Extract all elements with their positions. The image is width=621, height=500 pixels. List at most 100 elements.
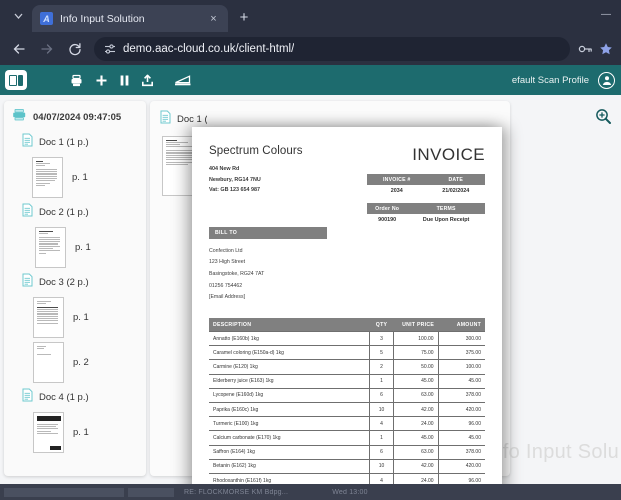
window-controls: —	[595, 4, 617, 24]
tree-page-item[interactable]: p. 1	[4, 155, 146, 200]
taskbar-window-chunk[interactable]	[128, 488, 174, 497]
tree-document-label: Doc 4 (1 p.)	[39, 392, 89, 403]
order-terms-table: Order No TERMS 900190 Due Upon Receipt	[367, 203, 485, 225]
add-button[interactable]	[95, 74, 108, 87]
terms-header: TERMS	[407, 203, 485, 214]
cell-description: Calcium carbonate (E170) 1kg	[209, 431, 369, 445]
table-row: Betanin (E162) 1kg1042.00420.00	[209, 459, 485, 473]
cell-description: Rhodoxanthin (E161f) 1kg	[209, 473, 369, 484]
cell-qty: 1	[369, 374, 394, 388]
reload-button[interactable]	[62, 36, 88, 62]
cell-unit-price: 45.00	[394, 374, 438, 388]
table-row: Caramel coloring (E150a-d) 1kg575.00375.…	[209, 346, 485, 360]
order-no-header: Order No	[367, 203, 407, 214]
tree-document-item[interactable]: Doc 2 (1 p.)	[4, 200, 146, 225]
company-name: Spectrum Colours	[209, 145, 303, 157]
page-thumbnail	[33, 412, 64, 453]
col-header-amount: AMOUNT	[438, 318, 485, 332]
omnibar-actions	[578, 42, 615, 56]
os-taskbar[interactable]: RE: FLOCKMORSE KM Bdpg... Wed 13:00	[0, 484, 621, 500]
new-tab-button[interactable]: +	[231, 4, 257, 30]
taskbar-window-chunk[interactable]	[4, 488, 124, 497]
tree-page-item[interactable]: p. 1	[4, 225, 146, 270]
company-address-line: Vat: GB 123 654 987	[209, 185, 303, 196]
document-icon	[22, 203, 33, 222]
line-items-table: DESCRIPTION QTY UNIT PRICE AMOUNT Annatt…	[209, 318, 485, 484]
minimize-button[interactable]: —	[595, 4, 617, 24]
cell-qty: 4	[369, 473, 394, 484]
cell-qty: 6	[369, 388, 394, 402]
upload-button[interactable]	[141, 74, 154, 87]
table-row: Elderberry juice (E163) 1kg145.0045.00	[209, 374, 485, 388]
pause-button[interactable]	[119, 74, 130, 87]
cell-qty: 6	[369, 445, 394, 459]
cell-amount: 100.00	[438, 360, 485, 374]
address-bar[interactable]: demo.aac-cloud.co.uk/client-html/	[94, 37, 570, 61]
cell-description: Saffron (E164) 1kg	[209, 445, 369, 459]
app-toolbar: efault Scan Profile	[0, 65, 621, 95]
table-row: Paprika (E160c) 1kg1042.00420.00	[209, 403, 485, 417]
batch-label: 04/07/2024 09:47:05	[33, 112, 121, 123]
order-no-value: 900190	[367, 214, 407, 225]
password-key-icon[interactable]	[578, 43, 593, 55]
scan-profile-label[interactable]: efault Scan Profile	[512, 75, 589, 86]
tree-document-item[interactable]: Doc 1 (1 p.)	[4, 130, 146, 155]
company-address: 404 New Rd Newbury, RG14 7NU Vat: GB 123…	[209, 164, 303, 196]
cell-amount: 96.00	[438, 473, 485, 484]
app-watermark: Info Input Solu	[486, 441, 619, 464]
tree-document-item[interactable]: Doc 4 (1 p.)	[4, 385, 146, 410]
tree-document-item[interactable]: Doc 3 (2 p.)	[4, 270, 146, 295]
taskbar-item-text[interactable]: RE: FLOCKMORSE KM Bdpg...	[184, 489, 288, 496]
cell-amount: 378.00	[438, 388, 485, 402]
browser-omnibar: demo.aac-cloud.co.uk/client-html/	[0, 32, 621, 65]
cell-unit-price: 63.00	[394, 445, 438, 459]
tree-page-item[interactable]: p. 1	[4, 410, 146, 455]
back-button[interactable]	[6, 36, 32, 62]
cell-amount: 45.00	[438, 431, 485, 445]
col-header-unit-price: UNIT PRICE	[394, 318, 438, 332]
browser-window: A Info Input Solution × + —	[0, 0, 621, 484]
tree-page-label: p. 1	[73, 427, 89, 438]
close-icon[interactable]: ×	[207, 13, 220, 25]
tree-page-item[interactable]: p. 1	[4, 295, 146, 340]
cell-description: Carmine (E120) 1kg	[209, 360, 369, 374]
browser-tabstrip: A Info Input Solution × + —	[0, 0, 621, 32]
cell-description: Annatto (E160b) 1kg	[209, 332, 369, 346]
cell-description: Elderberry juice (E163) 1kg	[209, 374, 369, 388]
invoice-number-value: 2034	[367, 185, 427, 196]
cell-unit-price: 24.00	[394, 417, 438, 431]
scan-button[interactable]	[69, 74, 84, 87]
tree-document-label: Doc 2 (1 p.)	[39, 207, 89, 218]
tab-search-chevron-icon[interactable]	[4, 3, 32, 29]
table-row: Lycopene (E160d) 1kg663.00378.00	[209, 388, 485, 402]
batch-icon	[12, 108, 27, 126]
page-thumbnail	[33, 297, 64, 338]
site-settings-icon[interactable]	[104, 43, 116, 55]
bill-to-line: Confection Ltd	[209, 246, 485, 258]
cell-qty: 10	[369, 459, 394, 473]
batch-item[interactable]: 04/07/2024 09:47:05	[4, 106, 146, 130]
cell-amount: 378.00	[438, 445, 485, 459]
page-thumbnail	[33, 342, 64, 383]
cell-amount: 375.00	[438, 346, 485, 360]
invoice-preview[interactable]: Spectrum Colours 404 New Rd Newbury, RG1…	[192, 127, 502, 484]
tree-page-item[interactable]: p. 2	[4, 340, 146, 385]
cell-unit-price: 100.00	[394, 332, 438, 346]
forward-button[interactable]	[34, 36, 60, 62]
browser-tab[interactable]: A Info Input Solution ×	[32, 5, 228, 32]
cell-qty: 2	[369, 360, 394, 374]
cell-unit-price: 45.00	[394, 431, 438, 445]
user-avatar-icon[interactable]	[598, 72, 615, 89]
bill-to-line: Basingstoke, RG24 7AT	[209, 269, 485, 281]
invoice-title: INVOICE	[412, 145, 485, 165]
zoom-in-button[interactable]	[592, 105, 614, 127]
scanner-device-button[interactable]	[173, 74, 193, 87]
info-input-logo-icon[interactable]	[5, 70, 27, 90]
bookmark-star-icon[interactable]	[599, 42, 613, 56]
cell-qty: 5	[369, 346, 394, 360]
table-row: Carmine (E120) 1kg250.00100.00	[209, 360, 485, 374]
tree-page-label: p. 2	[73, 357, 89, 368]
tree-document-label: Doc 3 (2 p.)	[39, 277, 89, 288]
cell-qty: 4	[369, 417, 394, 431]
cell-qty: 3	[369, 332, 394, 346]
